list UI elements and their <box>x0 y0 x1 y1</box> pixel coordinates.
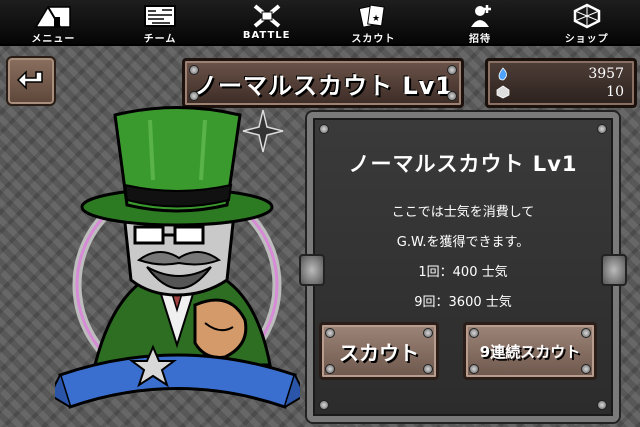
back-arrow-icon <box>16 70 43 90</box>
panel-title: ノーマルスカウト Lv1 <box>348 152 578 176</box>
screw-icon <box>325 364 335 374</box>
gem-gw-icon <box>496 85 510 99</box>
scout-9x-button-label: 9連続スカウト <box>479 342 581 361</box>
gw-value: 10 <box>606 84 624 100</box>
sparkle-icon <box>242 109 284 153</box>
scout-button-label: スカウト <box>339 340 419 365</box>
nav-menu-label: メニュー <box>31 34 76 45</box>
scout-button[interactable]: スカウト <box>319 322 439 380</box>
nav-invite[interactable]: 招待 <box>427 0 534 45</box>
screw-icon <box>319 400 329 410</box>
cost-single: 1回：400 士気 <box>418 265 508 280</box>
nav-invite-label: 招待 <box>469 34 492 45</box>
panel-description: ここでは士気を消費して G.W.を獲得できます。 1回：400 士気 9回：36… <box>313 198 613 318</box>
tent-menu-icon <box>33 3 73 29</box>
svg-text:★: ★ <box>372 14 380 24</box>
top-nav-bar: メニュー チーム BATTLE ★ スカウト 招待 ショップ <box>0 0 640 46</box>
nav-team[interactable]: チーム <box>107 0 214 45</box>
crossed-weapons-icon <box>247 3 287 29</box>
gw-row: 10 <box>496 84 624 100</box>
screw-icon <box>423 364 433 374</box>
scout-info-panel: ノーマルスカウト Lv1 ここでは士気を消費して G.W.を獲得できます。 1回… <box>299 112 627 422</box>
nav-menu[interactable]: メニュー <box>0 0 107 45</box>
screw-icon <box>447 91 457 101</box>
gem-shop-icon <box>567 3 607 29</box>
nav-scout-label: スカウト <box>351 34 396 45</box>
scout-9x-button[interactable]: 9連続スカウト <box>463 322 597 380</box>
screw-icon <box>423 328 433 338</box>
screw-icon <box>597 124 607 134</box>
screw-icon <box>469 328 479 338</box>
screw-icon <box>189 65 199 75</box>
mad-hatter-character <box>55 106 300 409</box>
screw-icon <box>319 124 329 134</box>
screw-icon <box>581 364 591 374</box>
back-button[interactable] <box>6 56 56 106</box>
nav-shop[interactable]: ショップ <box>533 0 640 45</box>
screw-icon <box>581 328 591 338</box>
nav-scout[interactable]: ★ スカウト <box>320 0 427 45</box>
screw-icon <box>469 364 479 374</box>
screw-icon <box>325 328 335 338</box>
desc-line-2: G.W.を獲得できます。 <box>396 235 530 250</box>
invite-person-icon <box>460 3 500 29</box>
morale-value: 3957 <box>588 66 624 82</box>
map-team-icon <box>140 3 180 29</box>
nav-battle-label: BATTLE <box>242 30 291 41</box>
screw-icon <box>597 400 607 410</box>
screw-icon <box>447 65 457 75</box>
nav-shop-label: ショップ <box>564 34 609 45</box>
desc-line-1: ここでは士気を消費して <box>391 205 535 220</box>
morale-row: 3957 <box>496 66 624 82</box>
cards-scout-icon: ★ <box>353 3 393 29</box>
nav-battle[interactable]: BATTLE <box>213 0 320 44</box>
flame-morale-icon <box>498 67 507 81</box>
nav-team-label: チーム <box>143 34 177 45</box>
resource-panel: 3957 10 <box>485 58 637 108</box>
cost-nine: 9回：3600 士気 <box>414 295 512 310</box>
